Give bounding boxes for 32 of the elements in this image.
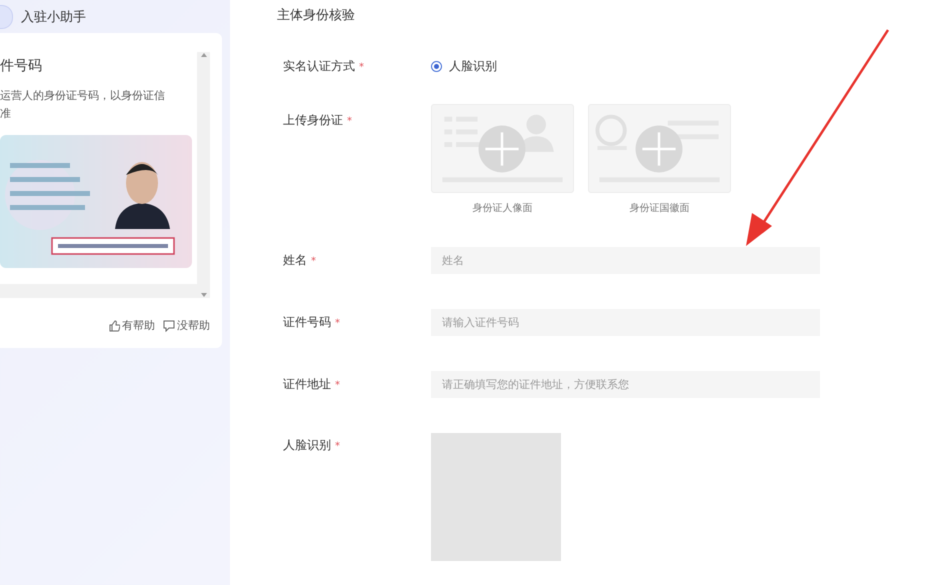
scroll-down-icon[interactable] [200, 292, 208, 298]
field-label: 姓名 [283, 252, 307, 266]
section-title: 主体身份核验 [277, 8, 356, 24]
input-field[interactable]: 请输入证件号码 [431, 309, 820, 336]
required-mark: * [335, 318, 340, 328]
speech-bubble-icon [163, 320, 175, 332]
required-mark: * [359, 62, 364, 73]
panel-title: 入驻小助手 [21, 8, 86, 26]
required-mark: * [311, 256, 316, 266]
required-mark: * [335, 441, 340, 452]
radio-option[interactable]: 人脸识别 [431, 56, 497, 76]
thumbs-up-icon [108, 320, 120, 332]
article-text: 运营人的身份证号码，以身份证信 准 [0, 88, 166, 122]
input-field[interactable]: 姓名 [431, 247, 820, 274]
avatar-icon [0, 4, 13, 28]
feedback-button[interactable]: 有帮助 [108, 318, 155, 333]
feedback-button[interactable]: 没帮助 [163, 318, 210, 333]
field-label: 证件号码 [283, 314, 331, 328]
upload-button[interactable] [431, 104, 574, 193]
input-field[interactable]: 请正确填写您的证件地址，方便联系您 [431, 371, 820, 398]
scroll-bar[interactable] [197, 52, 210, 298]
field-label: 证件地址 [283, 376, 331, 390]
scroll-up-icon[interactable] [200, 52, 208, 58]
required-mark: * [335, 380, 340, 390]
field-label: 上传身份证 [283, 113, 343, 127]
upload-caption: 身份证人像面 [472, 202, 532, 215]
field-label: 人脸识别 [283, 438, 331, 452]
field-label: 实名认证方式 [283, 59, 355, 73]
article-title: 件号码 [0, 57, 43, 75]
required-mark: * [347, 116, 352, 127]
upload-caption: 身份证国徽面 [630, 202, 690, 215]
upload-button[interactable] [588, 104, 731, 193]
